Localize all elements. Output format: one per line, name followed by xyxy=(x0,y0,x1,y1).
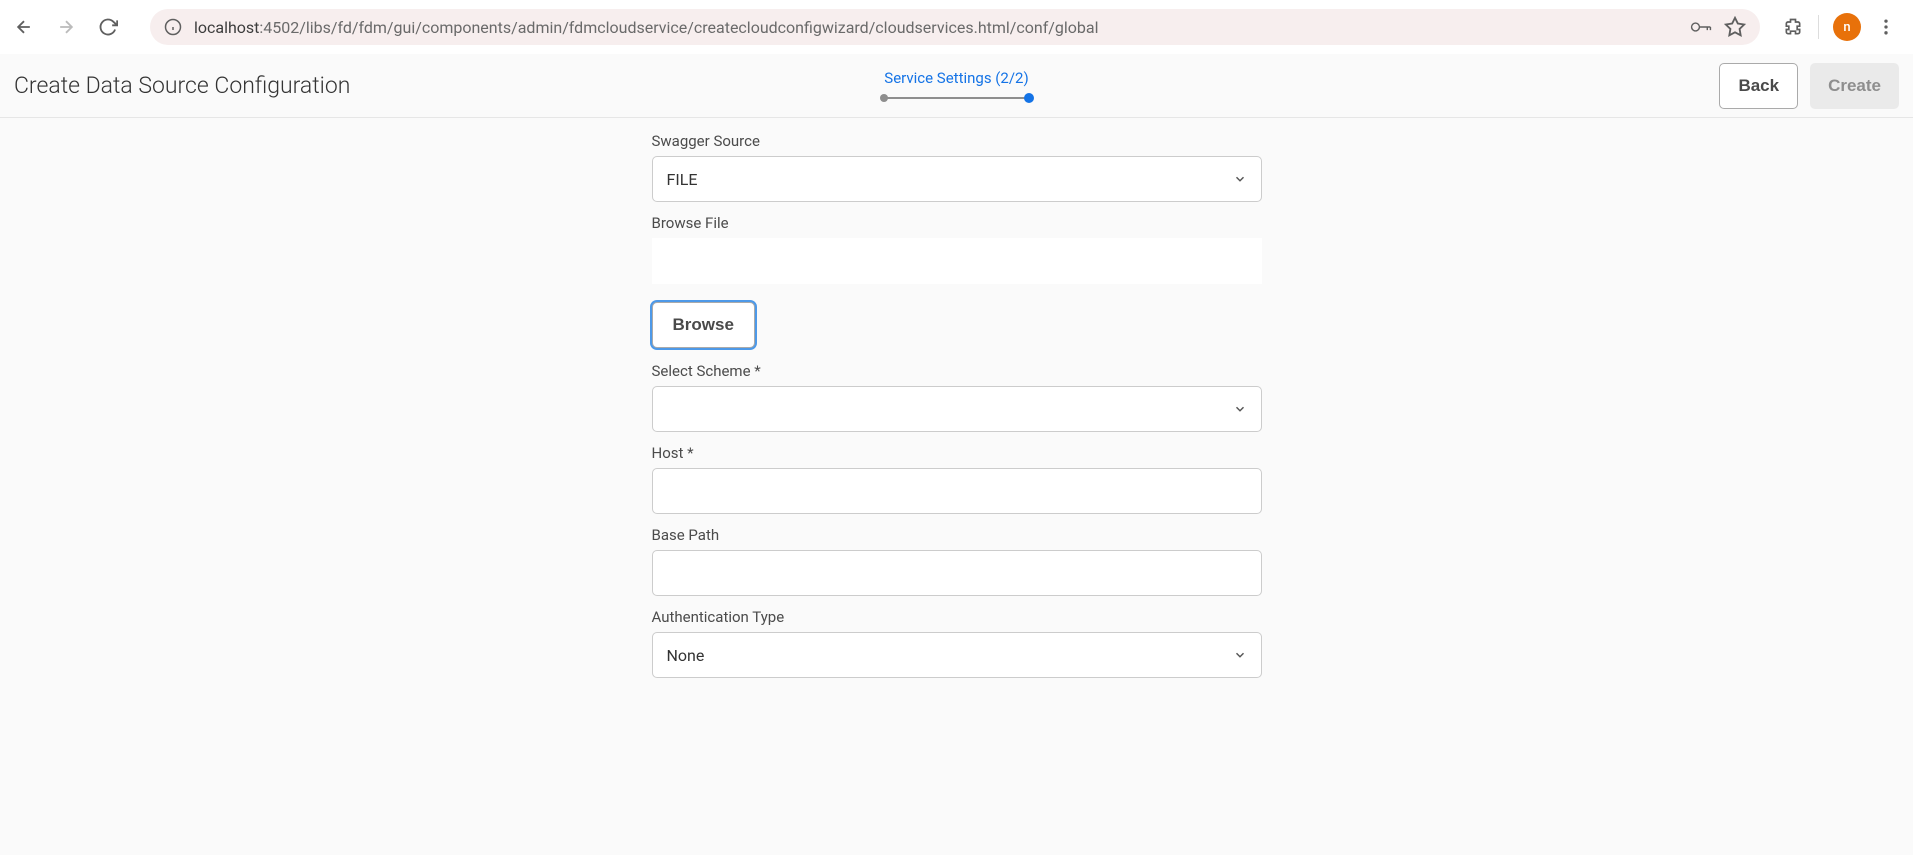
chevron-down-icon xyxy=(1233,648,1247,662)
swagger-source-value: FILE xyxy=(667,170,698,189)
header-actions: Back Create xyxy=(1719,63,1899,109)
browse-button[interactable]: Browse xyxy=(652,302,755,348)
browse-file-label: Browse File xyxy=(652,214,1262,232)
select-scheme-group: Select Scheme * xyxy=(652,362,1262,432)
browse-file-group: Browse File xyxy=(652,214,1262,284)
host-group: Host * xyxy=(652,444,1262,514)
base-path-label: Base Path xyxy=(652,526,1262,544)
chevron-down-icon xyxy=(1233,172,1247,186)
back-icon[interactable] xyxy=(14,17,34,37)
site-info-icon[interactable] xyxy=(164,18,182,36)
address-bar[interactable]: localhost:4502/libs/fd/fdm/gui/component… xyxy=(150,9,1760,45)
app-header: Create Data Source Configuration Service… xyxy=(0,54,1913,118)
url-path: /libs/fd/fdm/gui/components/admin/fdmclo… xyxy=(299,18,1098,37)
host-label: Host * xyxy=(652,444,1262,462)
auth-type-group: Authentication Type None xyxy=(652,608,1262,678)
page-title: Create Data Source Configuration xyxy=(14,72,350,99)
wizard-step-label: Service Settings (2/2) xyxy=(884,69,1028,87)
create-button[interactable]: Create xyxy=(1810,63,1899,109)
key-icon[interactable] xyxy=(1690,16,1712,38)
auth-type-select[interactable]: None xyxy=(652,632,1262,678)
forward-icon[interactable] xyxy=(56,17,76,37)
wizard-steps: Service Settings (2/2) xyxy=(880,69,1034,103)
auth-type-value: None xyxy=(667,646,705,665)
nav-controls xyxy=(14,17,118,37)
base-path-group: Base Path xyxy=(652,526,1262,596)
select-scheme-select[interactable] xyxy=(652,386,1262,432)
avatar-letter: n xyxy=(1843,20,1850,35)
reload-icon[interactable] xyxy=(98,17,118,37)
swagger-source-group: Swagger Source FILE xyxy=(652,132,1262,202)
chevron-down-icon xyxy=(1233,402,1247,416)
url-text: localhost:4502/libs/fd/fdm/gui/component… xyxy=(194,18,1678,37)
form-container: Swagger Source FILE Browse File Browse S… xyxy=(652,118,1262,678)
base-path-input[interactable] xyxy=(652,550,1262,596)
swagger-source-label: Swagger Source xyxy=(652,132,1262,150)
swagger-source-select[interactable]: FILE xyxy=(652,156,1262,202)
url-port: :4502 xyxy=(259,18,299,37)
host-input[interactable] xyxy=(652,468,1262,514)
menu-icon[interactable] xyxy=(1875,16,1897,38)
extensions-icon[interactable] xyxy=(1782,16,1804,38)
wizard-dot-start[interactable] xyxy=(880,94,888,102)
toolbar-icons: n xyxy=(1782,13,1897,41)
auth-type-label: Authentication Type xyxy=(652,608,1262,626)
wizard-line xyxy=(884,97,1030,99)
toolbar-divider xyxy=(1818,15,1819,39)
avatar[interactable]: n xyxy=(1833,13,1861,41)
select-scheme-label: Select Scheme * xyxy=(652,362,1262,380)
star-icon[interactable] xyxy=(1724,16,1746,38)
browser-toolbar: localhost:4502/libs/fd/fdm/gui/component… xyxy=(0,0,1913,54)
wizard-dot-end[interactable] xyxy=(1024,93,1034,103)
browse-file-display xyxy=(652,238,1262,284)
url-host: localhost xyxy=(194,18,259,37)
back-button[interactable]: Back xyxy=(1719,63,1798,109)
wizard-track xyxy=(880,93,1034,103)
